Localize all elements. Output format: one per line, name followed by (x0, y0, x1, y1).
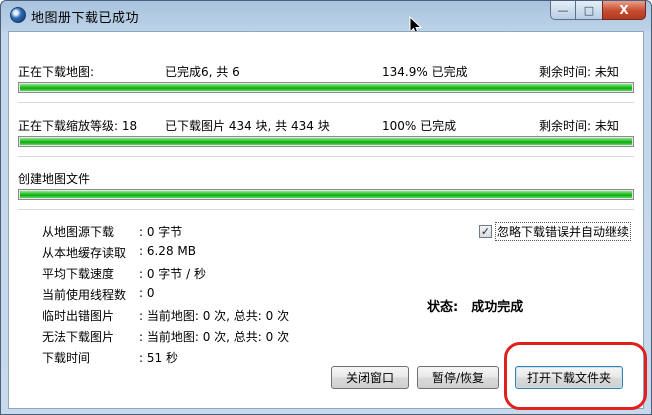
close-window-button[interactable]: 关闭窗口 (331, 366, 409, 389)
stat-label-download-time: 下载时间 (42, 351, 91, 365)
ignore-errors-option[interactable]: ✓ 忽略下载错误并自动继续 (479, 222, 632, 241)
stat-label-threads: 当前使用线程数 (42, 288, 127, 302)
tile-download-count: 已下载图片 434 块, 共 434 块 (165, 119, 330, 133)
download-dialog-window: 地图册下载已成功 — □ X 正在下载地图: 已完成6, 共 6 134.9% … (0, 0, 652, 415)
minimize-icon: — (557, 3, 569, 17)
divider (18, 102, 634, 103)
stat-value-source-download: : 0 字节 (139, 225, 183, 239)
globe-icon (10, 7, 26, 23)
map-download-progress-fill (20, 84, 632, 91)
pause-resume-button[interactable]: 暂停/恢复 (417, 366, 499, 389)
caption-buttons: — □ X (550, 1, 646, 21)
maximize-icon: □ (583, 3, 595, 17)
ignore-errors-label[interactable]: 忽略下载错误并自动继续 (495, 222, 632, 241)
stat-value-download-time: : 51 秒 (139, 351, 178, 365)
window-title: 地图册下载已成功 (31, 11, 140, 26)
close-icon: X (619, 3, 629, 17)
ignore-errors-checkbox[interactable]: ✓ (479, 225, 492, 238)
stat-value-cache-read: : 6.28 MB (139, 244, 196, 258)
tile-download-progress-bar (18, 136, 634, 147)
create-map-file-progress-fill (20, 191, 632, 198)
maximize-button[interactable]: □ (576, 1, 602, 20)
map-download-percent: 134.9% 已完成 (382, 65, 468, 79)
divider (18, 209, 634, 210)
zoom-level-label: 正在下载缩放等级: 18 (18, 119, 138, 133)
stat-value-threads: : 0 (139, 286, 155, 300)
title-bar[interactable]: 地图册下载已成功 — □ X (1, 1, 651, 31)
map-download-remaining: 剩余时间: 未知 (539, 65, 619, 79)
map-download-label: 正在下载地图: (18, 65, 95, 79)
checkmark-icon: ✓ (480, 225, 491, 238)
highlight-annotation (504, 342, 647, 410)
stat-label-cache-read: 从本地缓存读取 (42, 246, 127, 260)
create-map-file-progress-bar (18, 189, 634, 200)
status-label: 状态: (427, 300, 459, 315)
stat-label-failed-tiles: 无法下载图片 (42, 330, 115, 344)
tile-download-progress-fill (20, 138, 632, 145)
map-download-progress-bar (18, 82, 634, 93)
tile-download-remaining: 剩余时间: 未知 (539, 119, 619, 133)
status-value: 成功完成 (471, 300, 524, 315)
create-map-file-label: 创建地图文件 (18, 172, 91, 186)
stat-value-temp-errors: : 当前地图: 0 次, 总共: 0 次 (139, 309, 290, 323)
divider (18, 156, 634, 157)
minimize-button[interactable]: — (550, 1, 576, 20)
map-download-count: 已完成6, 共 6 (165, 65, 240, 79)
tile-download-percent: 100% 已完成 (382, 119, 457, 133)
status-text: 状态: 成功完成 (427, 296, 523, 315)
stat-value-failed-tiles: : 当前地图: 0 次, 总共: 0 次 (139, 330, 290, 344)
stat-value-avg-speed: : 0 字节 / 秒 (139, 267, 206, 281)
stat-label-source-download: 从地图源下载 (42, 225, 115, 239)
stat-label-temp-errors: 临时出错图片 (42, 309, 115, 323)
close-button[interactable]: X (602, 1, 646, 20)
stat-label-avg-speed: 平均下载速度 (42, 267, 115, 281)
